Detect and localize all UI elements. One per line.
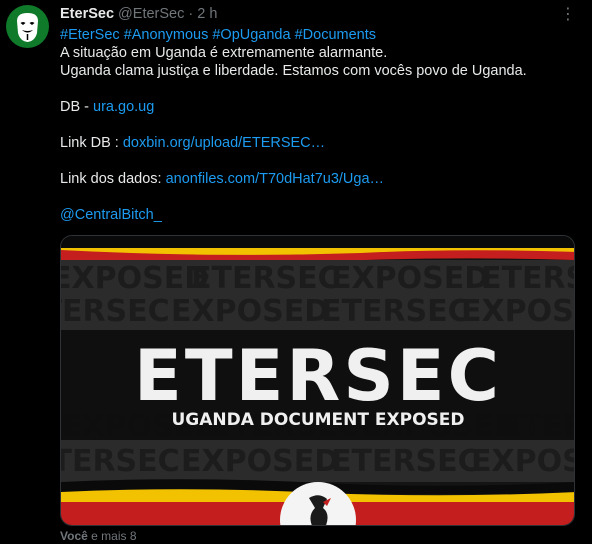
- db-line: DB - ura.go.ug: [60, 98, 580, 116]
- separator: ·: [188, 6, 194, 22]
- bg-word: EXPOSED: [171, 294, 329, 329]
- bg-word: EXPOSED: [331, 261, 489, 296]
- hashtag-etersec[interactable]: #EterSec: [60, 27, 120, 43]
- hashtag-line: #EterSec #Anonymous #OpUganda #Documents: [60, 26, 580, 44]
- avatar[interactable]: [6, 5, 49, 48]
- author-name[interactable]: EterSec: [60, 6, 114, 22]
- bg-word: ETERSEC: [481, 261, 575, 296]
- bg-word: ETERSEC: [191, 261, 340, 296]
- bg-word: EXPOSED: [471, 444, 575, 479]
- hashtag-documents[interactable]: #Documents: [295, 27, 376, 43]
- bg-word: ETERSEC: [61, 444, 180, 479]
- tweet-media-image[interactable]: EXPOSED ETERSEC EXPOSED ETERSEC ETERSEC …: [60, 235, 575, 526]
- author-handle[interactable]: @EterSec: [118, 6, 184, 22]
- liked-by-you: Você: [60, 529, 88, 543]
- media-subtitle: UGANDA DOCUMENT EXPOSED: [171, 410, 464, 430]
- db-link[interactable]: ura.go.ug: [93, 99, 154, 115]
- text-line-1: A situação em Uganda é extremamente alar…: [60, 45, 388, 61]
- liked-by[interactable]: Você e mais 8: [60, 529, 137, 543]
- bg-word: ETERSEC: [61, 294, 170, 329]
- anonymous-mask-icon: [17, 13, 38, 42]
- bg-word: EXPOSED: [61, 261, 209, 296]
- link-db-line: Link DB : doxbin.org/upload/ETERSEC…: [60, 134, 580, 152]
- liked-by-rest: e mais 8: [91, 529, 137, 543]
- timestamp[interactable]: 2 h: [197, 6, 217, 22]
- more-options-icon[interactable]: ⋮: [558, 4, 578, 23]
- tweet[interactable]: EterSec @EterSec · 2 h ⋮ #EterSec #Anony…: [0, 0, 592, 544]
- bg-word: ETERSEC: [331, 444, 480, 479]
- hashtag-anonymous[interactable]: #Anonymous: [124, 27, 209, 43]
- tweet-header: EterSec @EterSec · 2 h: [60, 5, 217, 23]
- bg-word: EXPOSED: [181, 444, 339, 479]
- link-db-link[interactable]: doxbin.org/upload/ETERSEC…: [123, 135, 325, 151]
- db-label: DB -: [60, 99, 94, 115]
- bg-word: ETERSEC: [321, 294, 470, 329]
- text-line-2: Uganda clama justiça e liberdade. Estamo…: [60, 63, 527, 79]
- data-label: Link dos dados:: [60, 171, 166, 187]
- link-db-label: Link DB :: [60, 135, 123, 151]
- hashtag-opuganda[interactable]: #OpUganda: [212, 27, 290, 43]
- bg-word: EXPOSED: [461, 294, 575, 329]
- mention-link[interactable]: @CentralBitch_: [60, 207, 162, 223]
- data-line: Link dos dados: anonfiles.com/T70dHat7u3…: [60, 170, 580, 188]
- data-link[interactable]: anonfiles.com/T70dHat7u3/Uga…: [166, 171, 384, 187]
- media-title: ETERSEC: [134, 335, 502, 417]
- mention-line: @CentralBitch_: [60, 206, 580, 224]
- tweet-text: #EterSec #Anonymous #OpUganda #Documents…: [60, 26, 580, 224]
